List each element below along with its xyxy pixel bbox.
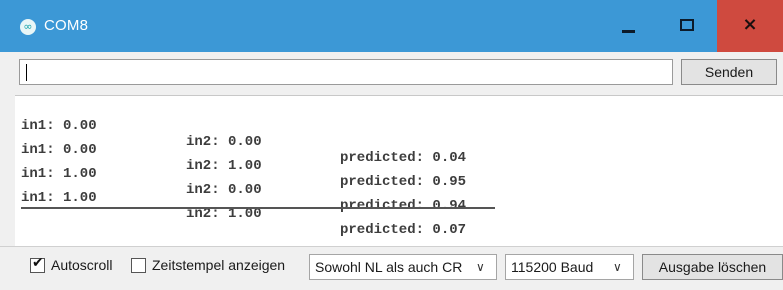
predicted-value: predicted: 0.04 — [340, 150, 467, 166]
infinity-icon: ∞ — [20, 19, 36, 35]
send-button[interactable]: Senden — [681, 59, 777, 85]
in1-value: in1: 1.00 — [21, 190, 97, 206]
timestamp-checkbox[interactable] — [131, 258, 146, 273]
timestamp-label[interactable]: Zeitstempel anzeigen — [152, 257, 285, 273]
baud-select[interactable]: 115200 Baud ∨ — [505, 254, 634, 280]
predicted-value: predicted: 0.94 — [340, 198, 467, 214]
checkmark-icon: ✔ — [32, 255, 44, 271]
serial-output[interactable]: in1: 0.00 in2: 0.00 predicted: 0.04 in1:… — [15, 95, 783, 246]
separator-line — [21, 207, 495, 209]
maximize-icon — [680, 19, 694, 31]
title-bar[interactable]: ∞ COM8 × — [0, 0, 783, 52]
clear-output-button[interactable]: Ausgabe löschen — [642, 254, 783, 280]
send-input[interactable] — [19, 59, 673, 85]
minimize-icon — [622, 30, 635, 33]
chevron-down-icon: ∨ — [476, 260, 485, 274]
maximize-button[interactable] — [658, 0, 717, 52]
text-caret — [26, 64, 27, 81]
in2-value: in2: 0.00 — [186, 182, 262, 198]
serial-monitor-window: ∞ COM8 × Senden in1: 0.00 in2: 0.00 pred… — [0, 0, 783, 290]
line-ending-value: Sowohl NL als auch CR — [315, 259, 463, 275]
output-line: in1: 1.00 in2: 1.00 predicted: 0.07 — [21, 174, 466, 254]
chevron-down-icon: ∨ — [613, 260, 622, 274]
autoscroll-checkbox[interactable]: ✔ — [30, 255, 45, 273]
in2-value: in2: 1.00 — [186, 158, 262, 174]
window-title: COM8 — [44, 17, 89, 34]
close-icon: × — [742, 14, 758, 35]
baud-value: 115200 Baud — [511, 259, 594, 275]
predicted-value: predicted: 0.95 — [340, 174, 467, 190]
line-ending-select[interactable]: Sowohl NL als auch CR ∨ — [309, 254, 497, 280]
autoscroll-label[interactable]: Autoscroll — [51, 257, 112, 273]
in2-value: in2: 0.00 — [186, 134, 262, 150]
predicted-value: predicted: 0.07 — [340, 222, 467, 238]
minimize-button[interactable] — [599, 0, 658, 52]
close-button[interactable]: × — [717, 0, 783, 52]
